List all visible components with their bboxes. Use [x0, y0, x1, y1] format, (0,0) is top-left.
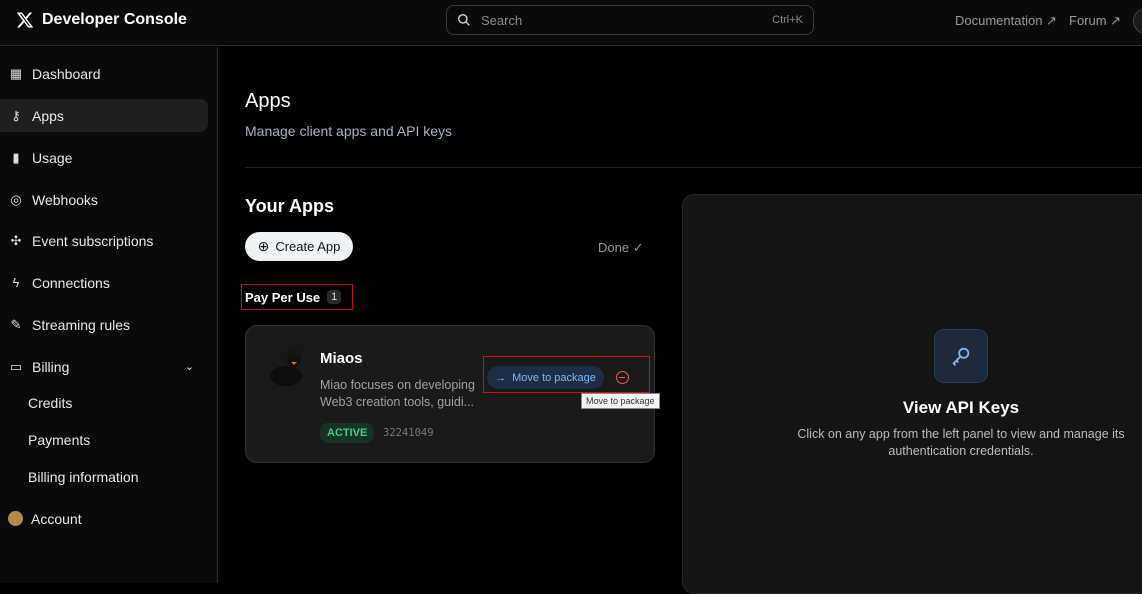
sidebar: ▦ Dashboard ⚷ Apps ▮ Usage ◎ Webhooks ✣ Event…: [0, 47, 218, 583]
sidebar-item-apps[interactable]: ⚷ Apps: [0, 99, 208, 132]
sidebar-item-account[interactable]: Account: [0, 502, 208, 535]
sidebar-item-streaming-rules[interactable]: ✎ Streaming rules: [0, 308, 208, 341]
app-name: Miaos: [320, 350, 363, 367]
done-button[interactable]: Done ✓: [598, 240, 644, 256]
top-header: Developer Console Search Ctrl+K Document…: [0, 0, 1142, 46]
app-title: Developer Console: [42, 11, 187, 28]
x-logo-icon: [16, 12, 34, 28]
chevron-down-icon: ⌄: [184, 361, 194, 373]
status-badge: ACTIVE: [320, 423, 375, 443]
app-cat-icon: [270, 349, 302, 386]
sidebar-item-webhooks[interactable]: ◎ Webhooks: [0, 183, 208, 216]
logo[interactable]: Developer Console: [16, 11, 187, 29]
app-description: Miao focuses on developing Web3 creation…: [320, 378, 475, 409]
search-shortcut: Ctrl+K: [772, 14, 803, 26]
remove-icon[interactable]: [616, 371, 629, 384]
forum-link[interactable]: Forum ↗: [1069, 13, 1121, 29]
app-id: 32241049: [383, 427, 434, 439]
search-placeholder: Search: [481, 12, 523, 28]
key-icon: [934, 329, 988, 383]
page-title: Apps: [245, 90, 291, 112]
webhook-icon: ◎: [10, 191, 22, 207]
bolt-icon: ϟ: [12, 275, 20, 290]
grid-icon: ▦: [9, 65, 23, 81]
sidebar-item-credits[interactable]: Credits: [28, 395, 72, 411]
bar-chart-icon: ▮: [12, 149, 20, 165]
sidebar-item-event-subscriptions[interactable]: ✣ Event subscriptions: [0, 224, 208, 257]
panel-description: Click on any app from the left panel to …: [797, 427, 1125, 458]
sidebar-item-usage[interactable]: ▮ Usage: [0, 141, 208, 174]
page-subtitle: Manage client apps and API keys: [245, 123, 453, 139]
your-apps-heading: Your Apps: [245, 196, 334, 216]
user-avatar[interactable]: [1133, 8, 1142, 34]
group-pay-per-use: Pay Per Use 1: [241, 284, 353, 310]
panel-title: View API Keys: [902, 398, 1020, 417]
account-avatar-icon: [8, 511, 23, 526]
sidebar-item-billing-information[interactable]: Billing information: [28, 469, 139, 485]
network-icon: ✣: [10, 232, 22, 248]
api-keys-panel: View API Keys Click on any app from the …: [682, 194, 1142, 594]
documentation-link[interactable]: Documentation ↗: [955, 13, 1057, 29]
pencil-icon: ✎: [10, 316, 22, 332]
create-app-button[interactable]: ⊕ Create App: [245, 232, 353, 261]
plus-circle-icon: ⊕: [257, 238, 270, 254]
card-icon: ▭: [9, 358, 23, 374]
sidebar-item-payments[interactable]: Payments: [28, 432, 90, 448]
divider: [245, 167, 1142, 168]
tooltip: Move to package: [581, 393, 660, 409]
key-icon: ⚷: [11, 107, 21, 123]
sidebar-item-connections[interactable]: ϟ Connections: [0, 266, 208, 299]
group-count-badge: 1: [327, 290, 342, 304]
search-icon: [458, 14, 470, 26]
search-input[interactable]: Search Ctrl+K: [446, 5, 814, 35]
sidebar-item-dashboard[interactable]: ▦ Dashboard: [0, 57, 208, 90]
sidebar-item-billing[interactable]: ▭ Billing ⌄: [0, 350, 208, 383]
move-to-package-button[interactable]: → Move to package: [487, 366, 604, 389]
arrow-right-icon: →: [495, 371, 507, 384]
